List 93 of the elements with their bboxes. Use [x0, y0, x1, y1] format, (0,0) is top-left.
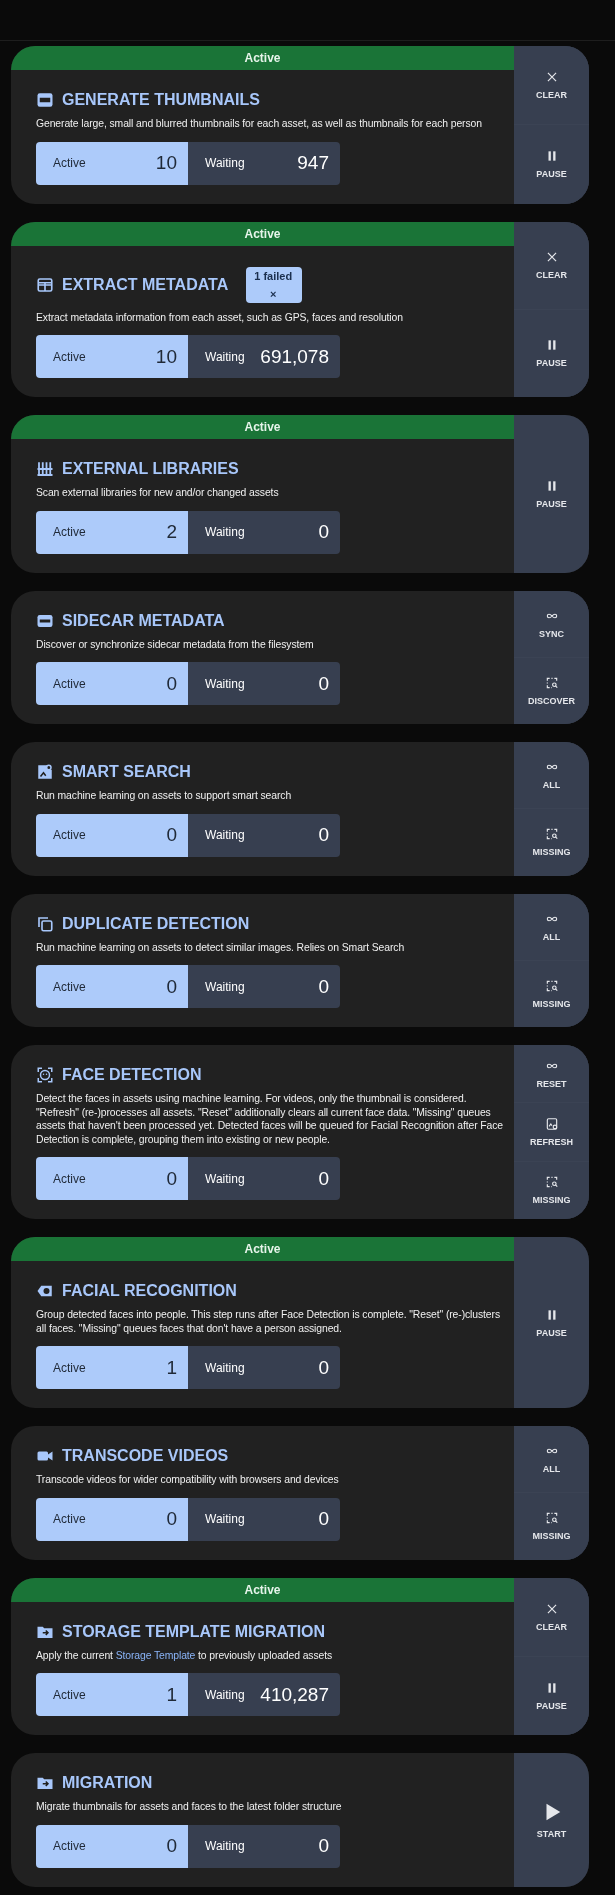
stat-label: Waiting: [205, 525, 245, 539]
stat-value: 10: [155, 345, 177, 368]
stat-value: 0: [318, 672, 329, 695]
selection-search-icon: [544, 978, 559, 993]
stat-label: Active: [53, 156, 86, 170]
stat-value: 0: [318, 521, 329, 543]
job-title: EXTERNAL LIBRARIES: [62, 460, 239, 478]
stat-value: 0: [166, 1835, 177, 1857]
job-title: SIDECAR METADATA: [62, 611, 225, 630]
stat-label: Active: [53, 349, 86, 364]
stat-value: 0: [166, 824, 177, 846]
job-description: Extract metadata information from each asset, such as GPS, faces and resolution: [36, 310, 404, 324]
stat-value: 1: [166, 1356, 177, 1379]
job-description: Group detected faces into people. This step runs after Face Detection is complete. "Reset" (re-)clusters all faces. "Missing" queues faces that don't have a person assigned.: [36, 1308, 501, 1335]
selection-search-icon: [544, 1511, 559, 1526]
stat-value: 0: [166, 672, 177, 695]
stat-value: 0: [166, 975, 177, 998]
job-title: STORAGE TEMPLATE MIGRATION: [62, 1622, 326, 1641]
stat-label: Active: [53, 1687, 86, 1702]
image-file-icon: [36, 91, 54, 109]
job-title: MIGRATION: [62, 1774, 153, 1792]
stat-value: 0: [318, 824, 329, 846]
stat-value: 0: [318, 1167, 329, 1190]
stat-label: Waiting: [205, 979, 245, 994]
status-banner: Active: [11, 1577, 514, 1602]
storage-template-link[interactable]: Storage Template: [115, 1649, 196, 1661]
status-banner: Active: [11, 1237, 514, 1261]
pause-button[interactable]: PAUSE: [514, 124, 589, 204]
job-title: DUPLICATE DETECTION: [62, 914, 250, 933]
job-description: Apply the current Storage Template to previously uploaded assets: [36, 1648, 334, 1662]
job-title: FACE DETECTION: [62, 1066, 202, 1084]
job-title: TRANSCODE VIDEOS: [62, 1447, 229, 1465]
job-description: Scan external libraries for new and/or changed assets: [36, 486, 280, 500]
stat-label: Active: [53, 525, 86, 539]
failed-badge[interactable]: 1 failed ×: [246, 266, 303, 303]
table-icon: [36, 275, 54, 294]
stat-label: Waiting: [205, 1360, 245, 1375]
copy-icon: [36, 914, 54, 933]
face-scan-icon: [36, 1066, 54, 1084]
stat-label: Waiting: [205, 156, 245, 170]
stat-value: 0: [166, 1167, 177, 1190]
image-refresh-icon: [544, 1117, 559, 1131]
stat-label: Active: [53, 828, 86, 842]
job-description: Run machine learning on assets to detect similar images. Relies on Smart Search: [36, 940, 406, 954]
stat-label: Waiting: [205, 349, 245, 364]
stat-value: 410,287: [260, 1683, 329, 1706]
stat-value: 691,078: [260, 345, 329, 368]
missing-button[interactable]: MISSING: [514, 1160, 589, 1219]
stat-label: Waiting: [205, 1839, 245, 1853]
stat-value: 1: [166, 1683, 177, 1706]
stat-value: 0: [166, 1508, 177, 1530]
stat-label: Waiting: [205, 1687, 245, 1702]
stat-label: Active: [53, 676, 86, 691]
status-banner: Active: [11, 221, 514, 246]
missing-button[interactable]: MISSING: [514, 808, 589, 876]
status-banner: Active: [11, 415, 514, 439]
stat-label: Waiting: [205, 828, 245, 842]
stat-label: Active: [53, 979, 86, 994]
pause-button[interactable]: PAUSE: [514, 308, 589, 397]
image-icon: [36, 763, 54, 781]
stat-value: 2: [166, 521, 177, 543]
stat-label: Active: [53, 1839, 86, 1853]
job-description: Transcode videos for wider compatibility with browsers and devices: [36, 1473, 340, 1487]
selection-search-icon: [544, 827, 559, 842]
stat-value: 10: [155, 152, 177, 174]
status-banner: Active: [11, 46, 514, 70]
library-icon: [36, 460, 54, 478]
stat-label: Waiting: [205, 1171, 245, 1186]
stat-value: 0: [318, 1835, 329, 1857]
stat-label: Active: [53, 1512, 86, 1526]
job-description: Run machine learning on assets to support smart search: [36, 789, 293, 803]
stat-value: 0: [318, 1508, 329, 1530]
missing-button[interactable]: MISSING: [514, 959, 589, 1027]
job-description: Migrate thumbnails for assets and faces to the latest folder structure: [36, 1800, 343, 1814]
job-title: EXTRACT METADATA: [62, 275, 229, 294]
job-description: Detect the faces in assets using machine learning. For videos, only the thumbnail is considered. "Refresh" (re-)processes all assets. "Reset" additionally clears all current face data. "Missing" queues assets that haven't been processed yet. Detected faces will be queued for Facial Recognition after Face Detection is complete, grouping them into existing or new people.: [36, 1092, 505, 1146]
stat-value: 0: [318, 975, 329, 998]
job-title: SMART SEARCH: [62, 763, 191, 781]
job-description: Generate large, small and blurred thumbnails for each asset, as well as thumbnails for each person: [36, 117, 483, 131]
stat-value: 0: [318, 1356, 329, 1379]
stat-label: Waiting: [205, 1512, 245, 1526]
stat-label: Active: [53, 1171, 86, 1186]
missing-button[interactable]: MISSING: [514, 1492, 589, 1560]
selection-search-icon: [544, 1175, 559, 1190]
stat-value: 947: [297, 152, 329, 174]
stat-label: Active: [53, 1360, 86, 1375]
selection-search-icon: [544, 675, 559, 690]
missing-button[interactable]: DISCOVER: [514, 656, 589, 724]
job-title: FACIAL RECOGNITION: [62, 1282, 237, 1300]
stat-label: Waiting: [205, 676, 245, 691]
job-description: Discover or synchronize sidecar metadata from the filesystem: [36, 637, 315, 651]
job-title: GENERATE THUMBNAILS: [62, 91, 260, 109]
pause-button[interactable]: PAUSE: [514, 1655, 589, 1735]
